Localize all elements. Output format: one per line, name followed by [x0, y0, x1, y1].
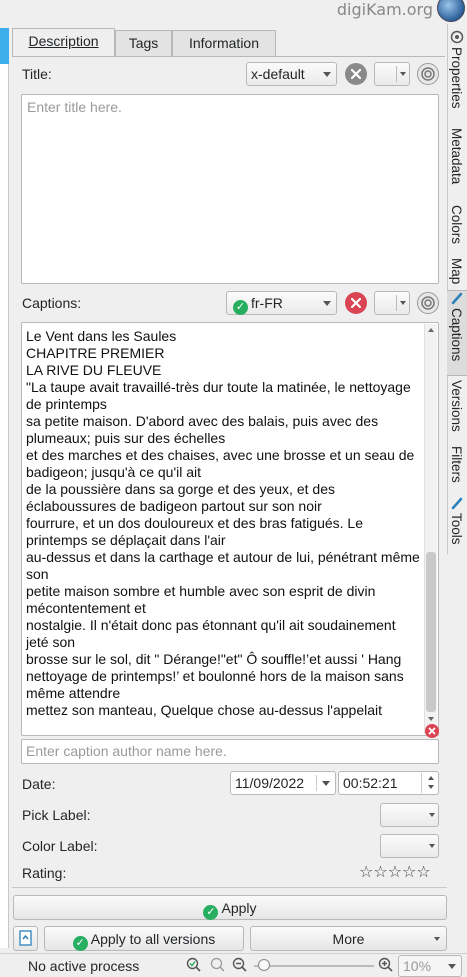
delete-caption-icon[interactable] — [345, 292, 367, 314]
date-value: 11/09/2022 — [235, 775, 305, 791]
zoom-fit-icon[interactable] — [186, 957, 202, 976]
title-add-language-select[interactable] — [374, 62, 410, 86]
scroll-up-icon[interactable] — [428, 328, 434, 332]
zoom-level-select[interactable]: 10% — [398, 955, 462, 977]
pencil-icon — [450, 496, 464, 510]
left-panel-edge — [0, 28, 9, 948]
tab-tags-label: Tags — [128, 35, 159, 51]
sidebar-tab-colors-label: Colors — [449, 205, 464, 245]
sidebar-tab-filters[interactable]: Filters — [447, 446, 467, 483]
chevron-down-icon — [400, 72, 406, 76]
color-label-select[interactable] — [380, 834, 439, 858]
tab-divider — [12, 56, 445, 57]
chevron-down-icon — [323, 72, 331, 77]
sidebar-tab-map[interactable]: Map — [447, 258, 467, 284]
time-value: 00:52:21 — [343, 775, 398, 791]
caption-language-value: fr-FR — [251, 295, 283, 311]
chevron-down-icon — [429, 844, 435, 848]
sidebar-tab-versions[interactable]: Versions — [447, 380, 467, 432]
tab-description-label: Description — [28, 33, 99, 49]
more-button[interactable]: More — [250, 926, 447, 951]
chevron-down-icon — [448, 964, 456, 969]
caption-text: Le Vent dans les Saules CHAPITRE PREMIER… — [26, 328, 420, 718]
sidebar-tab-captions[interactable]: Captions — [447, 290, 467, 376]
caption-author-placeholder: Enter caption author name here. — [26, 743, 227, 759]
sidebar-tab-tools-label: Tools — [449, 513, 464, 545]
rating-label: Rating: — [22, 865, 67, 881]
title-textarea[interactable]: Enter title here. — [21, 94, 439, 284]
caption-settings-icon[interactable] — [417, 292, 439, 314]
title-language-value: x-default — [251, 66, 305, 82]
color-label-label: Color Label: — [22, 838, 98, 854]
date-label: Date: — [22, 776, 56, 792]
zoom-in-icon[interactable] — [378, 957, 394, 976]
chevron-down-icon — [400, 301, 406, 305]
caption-language-select[interactable]: ✓ fr-FR — [226, 291, 337, 315]
tab-tags[interactable]: Tags — [115, 30, 172, 56]
zoom-slider-handle[interactable] — [258, 959, 270, 971]
chevron-down-icon — [323, 301, 331, 306]
clear-title-icon[interactable] — [345, 63, 367, 85]
zoom-level-value: 10% — [403, 958, 432, 974]
sidebar-tab-properties-label: Properties — [449, 47, 464, 109]
error-icon — [425, 724, 439, 738]
title-label: Title: — [22, 66, 52, 82]
date-picker[interactable]: 11/09/2022 — [230, 771, 336, 795]
chevron-down-icon — [322, 781, 330, 786]
sidebar-tab-filters-label: Filters — [449, 446, 464, 483]
scroll-down-icon[interactable] — [428, 717, 434, 721]
sidebar-tab-metadata[interactable]: Metadata — [447, 128, 467, 184]
caption-scrollbar[interactable] — [424, 324, 437, 734]
tab-description[interactable]: Description — [12, 28, 115, 57]
tab-information-label: Information — [188, 35, 260, 51]
sidebar-tab-tools[interactable]: Tools — [447, 496, 467, 545]
sidebar-tab-versions-label: Versions — [449, 380, 464, 432]
check-icon: ✓ — [233, 300, 248, 315]
apply-button-label: Apply — [221, 900, 257, 916]
document-sync-icon — [19, 930, 32, 946]
check-icon: ✓ — [72, 936, 88, 951]
spin-down-icon[interactable] — [428, 785, 434, 789]
sidebar-tab-metadata-label: Metadata — [449, 128, 464, 185]
caption-add-language-select[interactable] — [374, 291, 410, 315]
separator — [12, 887, 447, 888]
spin-up-icon[interactable] — [428, 776, 434, 780]
zoom-slider-track[interactable] — [254, 965, 374, 967]
rating-stars[interactable]: ☆☆☆☆☆ — [359, 862, 431, 882]
left-selection-accent — [0, 28, 9, 64]
metadata-sync-button[interactable] — [13, 926, 38, 951]
title-language-select[interactable]: x-default — [246, 62, 337, 86]
apply-all-versions-button[interactable]: ✓ Apply to all versions — [44, 926, 244, 951]
title-placeholder: Enter title here. — [27, 99, 122, 115]
chevron-down-icon — [434, 937, 440, 941]
chevron-down-icon — [429, 813, 435, 817]
sidebar-tab-colors[interactable]: Colors — [447, 205, 467, 244]
sidebar-tab-properties[interactable]: Properties — [447, 30, 467, 109]
tab-information[interactable]: Information — [172, 30, 276, 56]
brand-text: digiKam.org — [336, 0, 433, 19]
sidebar-tab-map-label: Map — [449, 258, 464, 285]
sidebar-tab-captions-label: Captions — [449, 308, 464, 362]
caption-textarea[interactable]: Le Vent dans les Saules CHAPITRE PREMIER… — [21, 322, 439, 736]
apply-all-versions-label: Apply to all versions — [90, 931, 216, 947]
pick-label-label: Pick Label: — [22, 807, 91, 823]
captions-label: Captions: — [22, 295, 82, 311]
properties-icon — [450, 30, 464, 44]
caption-author-input[interactable]: Enter caption author name here. — [21, 739, 439, 764]
zoom-out-icon[interactable] — [232, 957, 248, 976]
process-status: No active process — [28, 958, 140, 974]
pick-label-select[interactable] — [380, 803, 439, 827]
scrollbar-thumb[interactable] — [426, 552, 436, 712]
check-icon: ✓ — [203, 905, 219, 920]
zoom-reset-icon[interactable] — [210, 957, 226, 976]
time-spinbox[interactable]: 00:52:21 — [338, 771, 439, 795]
title-settings-icon[interactable] — [417, 63, 439, 85]
more-button-label: More — [332, 931, 365, 947]
apply-button[interactable]: ✓ Apply — [13, 895, 447, 920]
pencil-icon — [450, 291, 464, 305]
